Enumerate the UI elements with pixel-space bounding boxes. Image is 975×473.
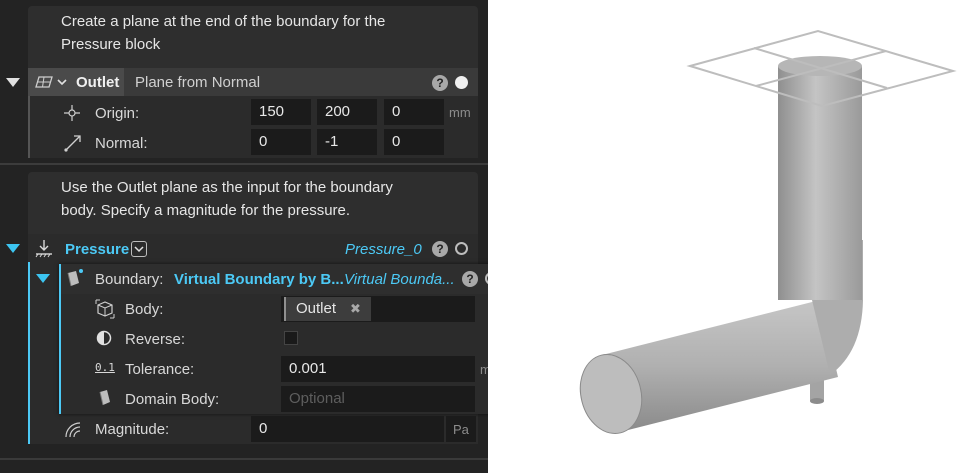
collapse-boundary-arrow[interactable]: [36, 274, 50, 283]
magnitude-unit: Pa: [453, 422, 469, 437]
domain-body-icon: [99, 390, 110, 406]
boundary-body-icon: [67, 269, 83, 287]
normal-y-field[interactable]: -1: [317, 129, 377, 155]
chevron-down-icon: [134, 246, 144, 253]
panel-bottom-divider: [0, 458, 488, 460]
origin-y-field[interactable]: 200: [317, 99, 377, 125]
origin-unit: mm: [449, 105, 471, 120]
help-icon[interactable]: ?: [432, 241, 448, 257]
origin-label: Origin:: [95, 105, 140, 122]
3d-viewport[interactable]: [488, 0, 975, 473]
help-icon[interactable]: ?: [462, 271, 478, 287]
origin-x-field[interactable]: 150: [251, 99, 311, 125]
note-line: Use the Outlet plane as the input for th…: [61, 179, 393, 196]
note-line: body. Specify a magnitude for the pressu…: [61, 202, 351, 219]
origin-z-field[interactable]: 0: [384, 99, 444, 125]
magnitude-label: Magnitude:: [95, 421, 170, 438]
origin-point-icon: [64, 105, 80, 121]
pressure-load-icon: [35, 240, 52, 258]
pressure-name: Pressure: [65, 241, 130, 258]
status-ring-icon: [455, 242, 468, 255]
pressure-indent-line: [28, 262, 30, 444]
outlet-instruction-note: Create a plane at the end of the boundar…: [28, 6, 478, 68]
magnitude-field[interactable]: 0: [251, 416, 444, 442]
chevron-down-icon[interactable]: [57, 78, 67, 86]
note-line: Pressure block: [61, 36, 161, 53]
collapse-outlet-arrow[interactable]: [6, 78, 20, 87]
half-circle-icon: [96, 330, 112, 346]
pressure-instance-name: Pressure_0: [345, 241, 422, 258]
boundary-instance-name: Virtual Bounda...: [344, 271, 455, 288]
remove-chip-icon[interactable]: ✖: [350, 301, 361, 316]
pipe-model: [579, 29, 957, 434]
help-icon[interactable]: ?: [432, 75, 448, 91]
normal-z-field[interactable]: 0: [384, 129, 444, 155]
status-dot-icon: [455, 76, 468, 89]
properties-panel: Create a plane at the end of the boundar…: [0, 0, 509, 473]
tolerance-icon: 0.1: [95, 361, 115, 374]
plane-icon: [35, 76, 53, 88]
boundary-label: Boundary:: [95, 271, 164, 288]
pressure-instruction-note: Use the Outlet plane as the input for th…: [28, 172, 478, 234]
body-selection-icon: [95, 299, 115, 319]
outlet-name: Outlet: [76, 74, 120, 91]
note-line: Create a plane at the end of the boundar…: [61, 13, 386, 30]
reverse-checkbox[interactable]: [284, 331, 298, 345]
domain-body-label: Domain Body:: [125, 391, 220, 408]
normal-x-field[interactable]: 0: [251, 129, 311, 155]
outlet-indent-line: [28, 96, 30, 158]
tolerance-label: Tolerance:: [125, 361, 195, 378]
normal-vector-icon: [64, 135, 81, 152]
outlet-type-label: Plane from Normal: [135, 74, 261, 91]
domain-body-field[interactable]: Optional: [281, 386, 475, 412]
body-chip-label: Outlet: [296, 300, 337, 317]
tolerance-field[interactable]: 0.001: [281, 356, 475, 382]
collapse-pressure-arrow[interactable]: [6, 244, 20, 253]
boundary-type[interactable]: Virtual Boundary by B...: [174, 271, 344, 288]
body-label: Body:: [125, 301, 164, 318]
body-chip[interactable]: Outlet ✖: [284, 297, 371, 321]
section-divider: [0, 163, 488, 165]
normal-label: Normal:: [95, 135, 148, 152]
magnitude-icon: [65, 422, 81, 438]
reverse-label: Reverse:: [125, 331, 186, 348]
